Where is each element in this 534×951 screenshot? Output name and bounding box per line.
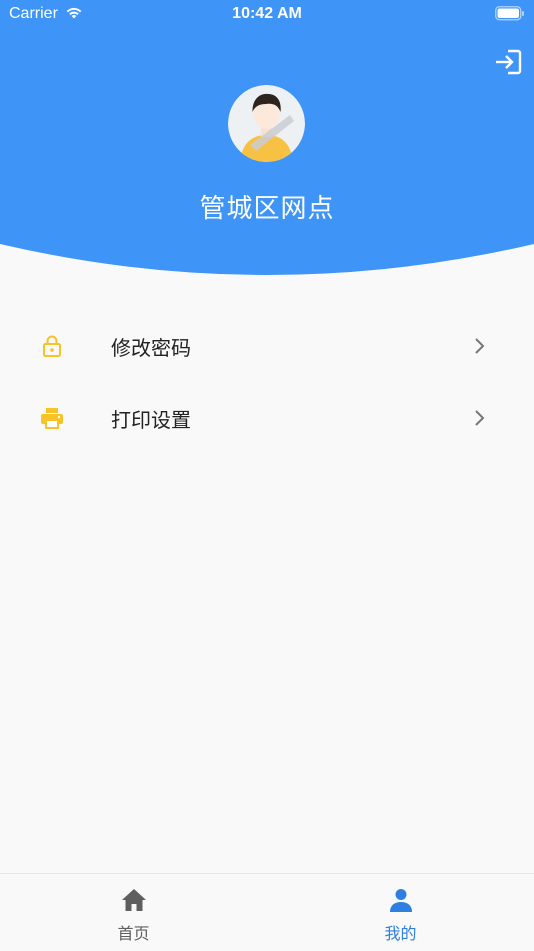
lock-icon [43, 335, 61, 357]
avatar [228, 85, 305, 162]
change-password-label: 修改密码 [111, 336, 191, 360]
site-name: 管城区网点 [199, 194, 335, 224]
person-icon [390, 889, 412, 912]
change-password-item[interactable]: 修改密码 [0, 316, 534, 376]
user-avatar-icon [228, 85, 305, 162]
profile-header: Carrier 10:42 AM 管城区网点 [0, 0, 534, 280]
tab-mine-label: 我的 [384, 924, 417, 943]
home-icon [122, 889, 146, 911]
chevron-right-icon [475, 410, 485, 426]
status-time: 10:42 AM [232, 5, 302, 22]
chevron-right-icon [475, 338, 485, 354]
status-bar: Carrier 10:42 AM [0, 0, 534, 28]
tab-home-label: 首页 [117, 924, 150, 943]
tab-home[interactable]: 首页 [0, 874, 267, 951]
print-settings-item[interactable]: 打印设置 [0, 388, 534, 448]
tab-mine[interactable]: 我的 [267, 874, 534, 951]
printer-icon [41, 408, 63, 429]
print-settings-label: 打印设置 [111, 408, 191, 432]
battery-icon [495, 6, 524, 21]
tab-bar: 首页 我的 [0, 873, 534, 951]
logout-icon[interactable] [494, 48, 522, 76]
